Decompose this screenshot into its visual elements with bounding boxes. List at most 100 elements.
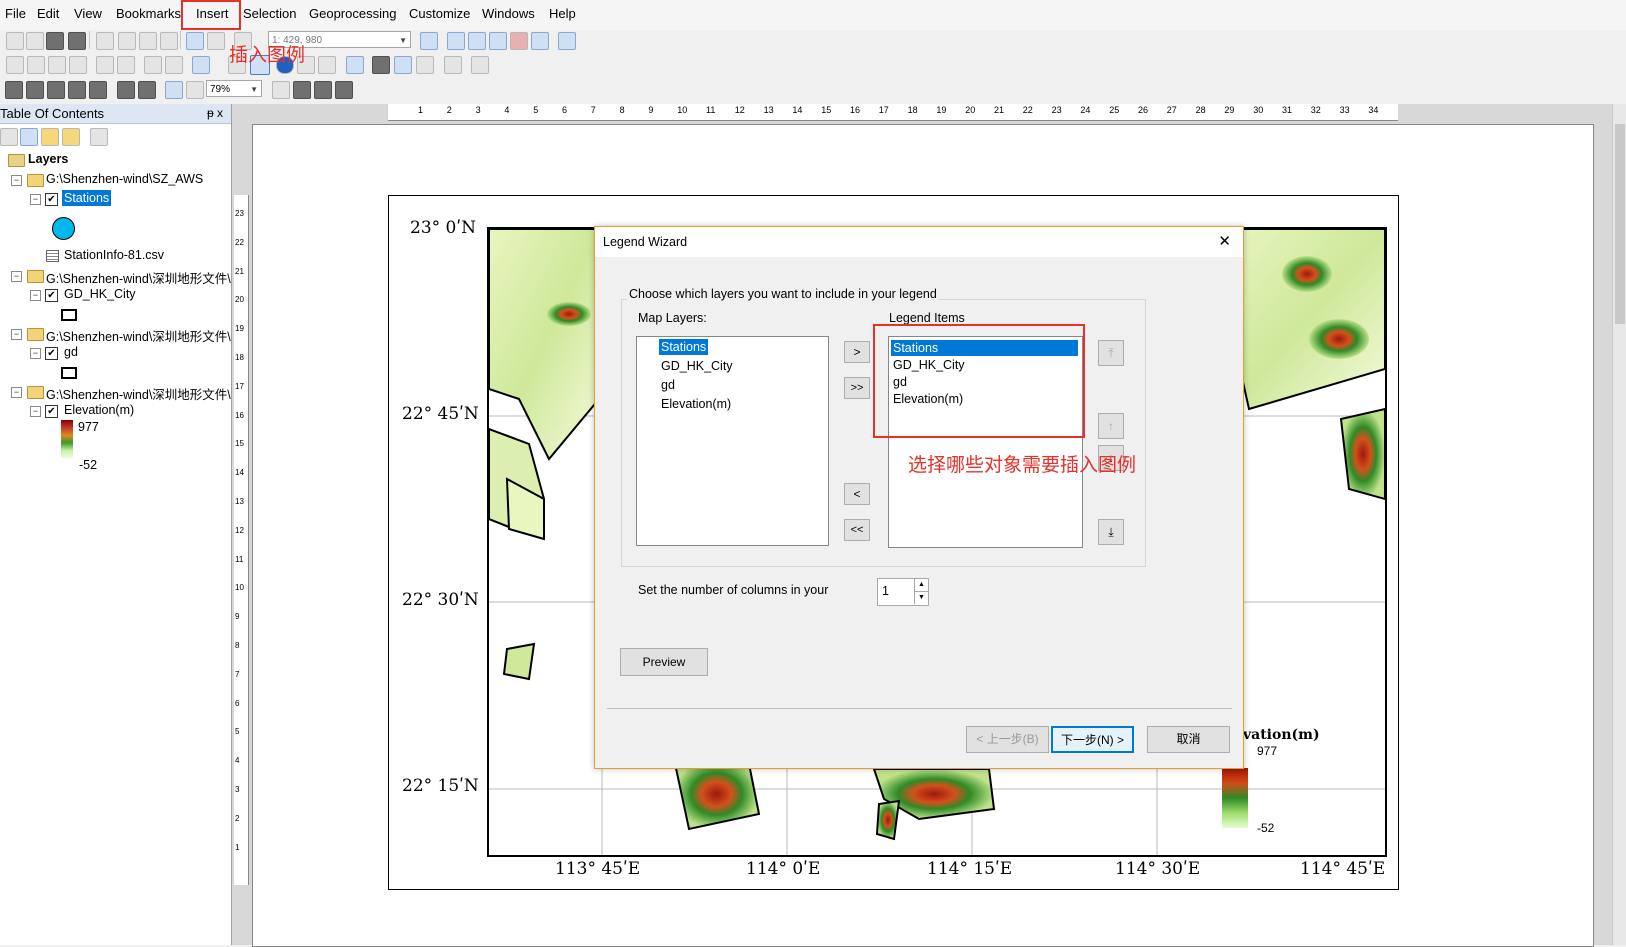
- time-slider-icon[interactable]: [416, 56, 434, 74]
- zoom-whole-page-icon[interactable]: [68, 81, 86, 99]
- menu-windows[interactable]: Windows: [482, 6, 535, 21]
- previous-extent-layout-icon[interactable]: [165, 81, 183, 99]
- remove-one-button[interactable]: <: [844, 483, 870, 505]
- collapse-icon[interactable]: −: [11, 387, 22, 398]
- spin-up-icon[interactable]: ▲: [914, 579, 928, 592]
- back-extent-icon[interactable]: [144, 56, 162, 74]
- forward-extent-icon[interactable]: [165, 56, 183, 74]
- toc-layer-stations[interactable]: Stations: [62, 190, 112, 206]
- map-layer-item[interactable]: Stations: [659, 339, 709, 355]
- close-icon[interactable]: ✕: [1218, 232, 1231, 250]
- layout-zoom-in-icon[interactable]: [5, 81, 23, 99]
- collapse-icon[interactable]: −: [30, 194, 41, 205]
- map-layer-item[interactable]: GD_HK_City: [659, 358, 735, 374]
- redo-icon[interactable]: [207, 32, 225, 50]
- search-window-icon[interactable]: [489, 32, 507, 50]
- layer-visibility-checkbox[interactable]: ✔: [45, 289, 58, 302]
- cancel-button[interactable]: 取消: [1147, 726, 1230, 753]
- collapse-icon[interactable]: −: [11, 329, 22, 340]
- toggle-draft-mode-icon[interactable]: [272, 81, 290, 99]
- fixed-zoom-in-icon[interactable]: [96, 56, 114, 74]
- list-by-drawing-order-icon[interactable]: [0, 128, 18, 146]
- arctoolbox-icon[interactable]: [510, 32, 528, 50]
- full-extent-icon[interactable]: [69, 56, 87, 74]
- paste-icon[interactable]: [139, 32, 157, 50]
- toc-group-path[interactable]: G:\Shenzhen-wind\深圳地形文件\: [46, 326, 231, 345]
- data-frame-layers[interactable]: Layers: [28, 152, 68, 166]
- layer-visibility-checkbox[interactable]: ✔: [45, 193, 58, 206]
- python-window-icon[interactable]: [531, 32, 549, 50]
- menu-help[interactable]: Help: [549, 6, 576, 21]
- copy-icon[interactable]: [118, 32, 136, 50]
- pan-icon[interactable]: [48, 56, 66, 74]
- data-driven-pages-icon[interactable]: [335, 81, 353, 99]
- map-layer-item[interactable]: Elevation(m): [659, 396, 733, 412]
- layer-visibility-checkbox[interactable]: ✔: [45, 405, 58, 418]
- catalog-icon[interactable]: [468, 32, 486, 50]
- preview-button[interactable]: Preview: [620, 648, 708, 676]
- select-features-icon[interactable]: [192, 56, 210, 74]
- add-one-button[interactable]: >: [844, 341, 870, 363]
- menu-bookmarks[interactable]: Bookmarks: [116, 6, 181, 21]
- fixed-zoom-out-layout-icon[interactable]: [138, 81, 156, 99]
- menu-selection[interactable]: Selection: [243, 6, 296, 21]
- go-to-xy-icon[interactable]: [394, 56, 412, 74]
- spin-down-icon[interactable]: ▼: [914, 592, 928, 604]
- collapse-icon[interactable]: −: [30, 406, 41, 417]
- toc-group-path[interactable]: G:\Shenzhen-wind\深圳地形文件\: [46, 384, 231, 403]
- create-viewer-icon[interactable]: [444, 56, 462, 74]
- cut-icon[interactable]: [96, 32, 114, 50]
- next-button[interactable]: 下一步(N) >: [1051, 726, 1134, 753]
- fixed-zoom-in-layout-icon[interactable]: [117, 81, 135, 99]
- save-icon[interactable]: [46, 32, 64, 50]
- fixed-zoom-out-icon[interactable]: [117, 56, 135, 74]
- new-document-icon[interactable]: [6, 32, 24, 50]
- toc-group-path[interactable]: G:\Shenzhen-wind\深圳地形文件\: [46, 268, 231, 287]
- toc-layer-gd[interactable]: gd: [64, 345, 78, 359]
- collapse-icon[interactable]: −: [30, 348, 41, 359]
- back-button[interactable]: < 上一步(B): [966, 726, 1049, 753]
- next-extent-layout-icon[interactable]: [186, 81, 204, 99]
- map-layer-item[interactable]: gd: [659, 377, 677, 393]
- zoom-percent-combobox[interactable]: 79% ▼: [206, 80, 262, 97]
- list-by-visibility-icon[interactable]: [41, 128, 59, 146]
- zoom-in-icon[interactable]: [6, 56, 24, 74]
- layout-pan-icon[interactable]: [47, 81, 65, 99]
- add-all-button[interactable]: >>: [844, 377, 870, 399]
- toc-table-stationinfo[interactable]: StationInfo-81.csv: [64, 248, 164, 262]
- list-by-source-icon[interactable]: [20, 128, 38, 146]
- zoom-100-percent-icon[interactable]: [89, 81, 107, 99]
- layout-zoom-out-icon[interactable]: [26, 81, 44, 99]
- menu-edit[interactable]: Edit: [37, 6, 59, 21]
- menu-geoprocessing[interactable]: Geoprocessing: [309, 6, 396, 21]
- toc-layer-gd-hk-city[interactable]: GD_HK_City: [64, 287, 136, 301]
- menu-file[interactable]: File: [5, 6, 26, 21]
- menu-customize[interactable]: Customize: [409, 6, 470, 21]
- list-by-selection-icon[interactable]: [62, 128, 80, 146]
- zoom-out-icon[interactable]: [27, 56, 45, 74]
- scrollbar-thumb[interactable]: [1615, 124, 1625, 324]
- html-popup-icon[interactable]: [318, 56, 336, 74]
- move-to-top-icon[interactable]: ⤒: [1098, 340, 1124, 366]
- toc-layer-elevation[interactable]: Elevation(m): [64, 403, 134, 417]
- undo-icon[interactable]: [186, 32, 204, 50]
- menu-view[interactable]: View: [74, 6, 102, 21]
- editor-toolbar-icon[interactable]: [420, 32, 438, 50]
- vertical-scrollbar[interactable]: [1612, 104, 1626, 945]
- measure-icon[interactable]: [346, 56, 364, 74]
- toc-options-icon[interactable]: [90, 128, 108, 146]
- collapse-icon[interactable]: −: [30, 290, 41, 301]
- model-builder-icon[interactable]: [558, 32, 576, 50]
- overflow-icon[interactable]: [471, 56, 489, 74]
- columns-spinbox[interactable]: 1 ▲ ▼: [877, 578, 929, 606]
- remove-all-button[interactable]: <<: [844, 519, 870, 541]
- collapse-icon[interactable]: −: [11, 271, 22, 282]
- toc-group-path[interactable]: G:\Shenzhen-wind\SZ_AWS: [46, 172, 203, 186]
- find-icon[interactable]: [372, 56, 390, 74]
- toc-pin-close-icon[interactable]: ᵽ x: [207, 104, 223, 123]
- table-of-contents-icon[interactable]: [447, 32, 465, 50]
- layer-visibility-checkbox[interactable]: ✔: [45, 347, 58, 360]
- print-icon[interactable]: [68, 32, 86, 50]
- change-layout-icon[interactable]: [314, 81, 332, 99]
- move-up-icon[interactable]: ↑: [1098, 413, 1124, 439]
